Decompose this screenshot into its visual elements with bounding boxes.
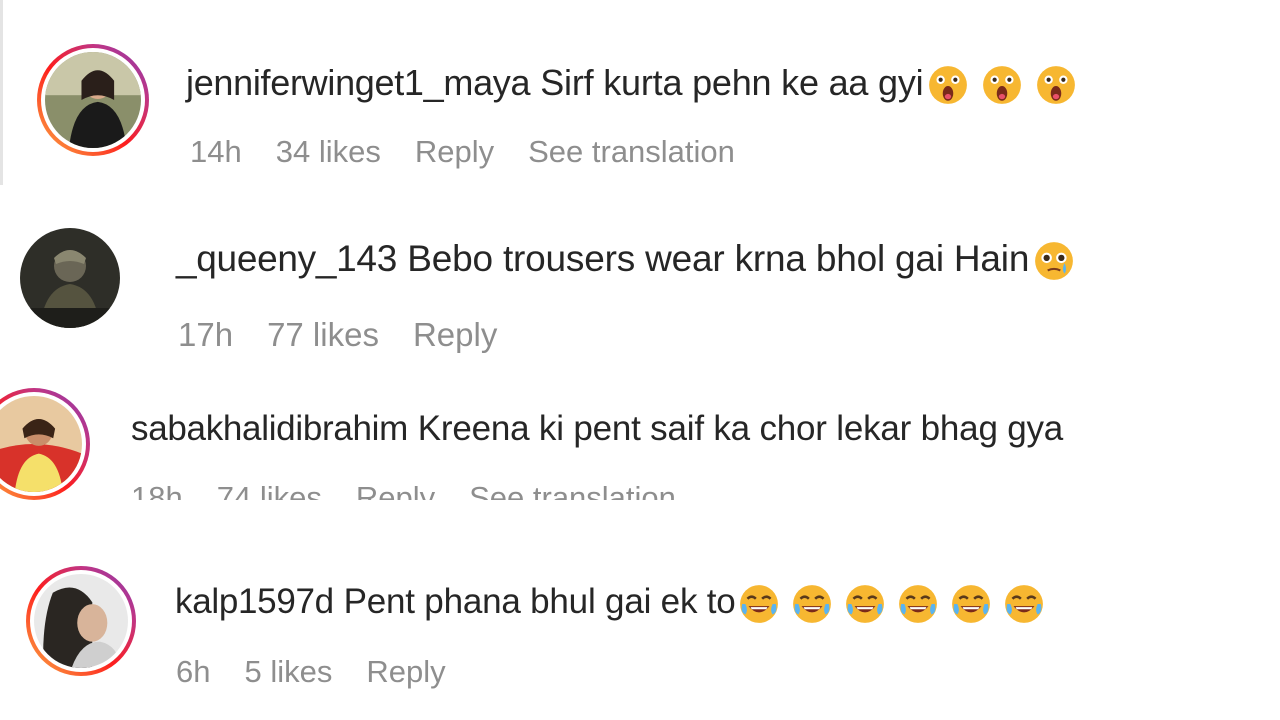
see-translation-button[interactable]: See translation	[528, 134, 735, 169]
comment-likes[interactable]: 74 likes	[217, 481, 322, 500]
surprised-face-icon	[981, 64, 1023, 106]
avatar[interactable]	[0, 388, 90, 500]
surprised-face-icon	[927, 64, 969, 106]
reply-button[interactable]: Reply	[356, 481, 435, 500]
comment-text: Sirf kurta pehn ke aa gyi	[540, 62, 924, 103]
tears-of-joy-icon	[950, 583, 992, 625]
comment-item: sabakhalidibrahim Kreena ki pent saif ka…	[0, 385, 1280, 500]
partially-hidden-meta: 18h 74 likes Reply See translation	[131, 481, 931, 500]
pleading-face-icon	[1033, 240, 1075, 282]
comment-text: Kreena ki pent saif ka chor lekar bhag g…	[417, 409, 1064, 448]
avatar[interactable]	[20, 228, 120, 328]
comment-text: Pent phana bhul gai ek to	[343, 582, 736, 621]
tears-of-joy-icon	[844, 583, 886, 625]
comment-likes[interactable]: 5 likes	[244, 654, 332, 689]
comment-likes[interactable]: 77 likes	[267, 316, 379, 353]
avatar-photo	[20, 228, 120, 328]
tears-of-joy-icon	[1003, 583, 1045, 625]
reply-button[interactable]: Reply	[366, 654, 445, 689]
tears-of-joy-icon	[738, 583, 780, 625]
comment-item: _queeny_143 Bebo trousers wear krna bhol…	[0, 190, 1280, 370]
comment-time: 18h	[131, 481, 183, 500]
comment-time: 6h	[176, 654, 211, 689]
comment-username[interactable]: _queeny_143	[176, 238, 397, 279]
avatar-photo	[0, 396, 82, 492]
avatar-photo	[34, 574, 128, 668]
see-translation-button[interactable]: See translation	[469, 481, 676, 500]
tears-of-joy-icon	[791, 583, 833, 625]
comment-likes[interactable]: 34 likes	[276, 134, 381, 169]
comment-time: 17h	[178, 316, 234, 353]
surprised-face-icon	[1035, 64, 1077, 106]
comment-username[interactable]: kalp1597d	[175, 582, 334, 621]
avatar[interactable]	[26, 566, 136, 676]
tears-of-joy-icon	[897, 583, 939, 625]
avatar[interactable]	[37, 44, 149, 156]
comment-item: kalp1597d Pent phana bhul gai ek to 6h 5 …	[0, 560, 1280, 720]
reply-button[interactable]: Reply	[415, 134, 494, 169]
comment-username[interactable]: jenniferwinget1_maya	[186, 62, 531, 103]
reply-button[interactable]: Reply	[413, 316, 497, 353]
avatar-photo	[45, 52, 141, 148]
comment-item: jenniferwinget1_maya Sirf kurta pehn ke …	[0, 0, 1280, 190]
comment-username[interactable]: sabakhalidibrahim	[131, 409, 408, 448]
comment-time: 14h	[190, 134, 242, 169]
comment-text: Bebo trousers wear krna bhol gai Hain	[407, 238, 1030, 279]
